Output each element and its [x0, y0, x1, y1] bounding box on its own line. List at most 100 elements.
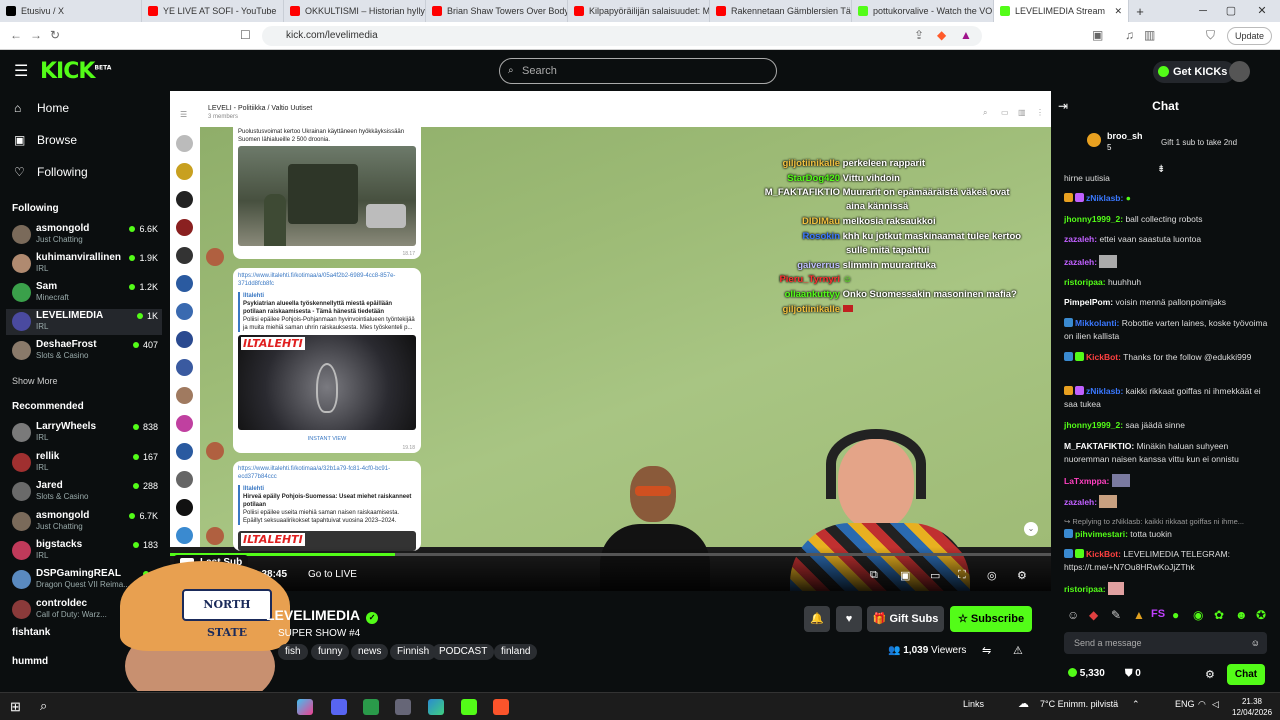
browser-tab[interactable]: OKKULTISMI – Historian hyllyt: [284, 0, 426, 22]
new-tab-button[interactable]: +: [1129, 4, 1151, 19]
go-to-live-button[interactable]: Go to LIVE: [308, 569, 357, 580]
get-kicks-button[interactable]: Get KICKs: [1153, 61, 1236, 83]
tag[interactable]: finland: [494, 644, 538, 660]
message-username[interactable]: zazaleh:: [1064, 497, 1097, 507]
emote-icon[interactable]: ✿: [1214, 608, 1224, 622]
chat-settings-icon[interactable]: ⚙: [1205, 668, 1215, 681]
instant-view-button[interactable]: INSTANT VIEW: [233, 436, 421, 442]
nav-home[interactable]: ⌂ Home: [14, 101, 69, 115]
following-channel-active[interactable]: LEVELIMEDIA IRL 1K: [6, 309, 162, 335]
message-username[interactable]: ristoripaa:: [1064, 277, 1106, 287]
nav-following[interactable]: ♡ Following: [14, 165, 88, 179]
brave-rewards-icon[interactable]: ▲: [960, 28, 972, 42]
message-username[interactable]: Mikkolanti:: [1075, 318, 1119, 328]
camera-icon[interactable]: ▣: [900, 569, 910, 582]
message-username[interactable]: LaTxmppa:: [1064, 476, 1109, 486]
sidebar-toggle-icon[interactable]: ▥: [1144, 28, 1155, 42]
windows-start-icon[interactable]: ⊞: [10, 699, 21, 715]
message-username[interactable]: KickBot:: [1086, 352, 1121, 362]
wallet-icon[interactable]: ⛉: [1206, 28, 1215, 43]
browser-tab[interactable]: Brian Shaw Towers Over Body: [426, 0, 568, 22]
emote-icon[interactable]: ◆: [1089, 608, 1098, 622]
tag[interactable]: fish: [278, 644, 308, 660]
language-indicator[interactable]: ENG: [1175, 699, 1195, 709]
recommended-channel[interactable]: LarryWheels IRL 838: [12, 420, 162, 446]
following-channel[interactable]: asmongold Just Chatting 6.6K: [12, 222, 162, 248]
app-icon[interactable]: [297, 699, 313, 715]
nav-browse[interactable]: ▣ Browse: [14, 133, 77, 147]
menu-icon[interactable]: ☰: [14, 61, 28, 81]
settings-icon[interactable]: ⚙: [1017, 569, 1027, 582]
pip-icon[interactable]: ◎: [987, 569, 997, 582]
message-username[interactable]: PimpelPom:: [1064, 297, 1113, 307]
send-chat-button[interactable]: Chat: [1227, 664, 1265, 685]
clip-icon[interactable]: ⧉: [870, 569, 878, 582]
browser-tab[interactable]: Kilpapyöräilijän salaisuudet: M: [568, 0, 710, 22]
extension-icon[interactable]: ▣: [1092, 28, 1103, 42]
clock[interactable]: 21.38 12/04/2026: [1232, 696, 1272, 718]
channel-points[interactable]: ⛊ 0: [1125, 668, 1141, 679]
tag[interactable]: funny: [311, 644, 350, 660]
steam-icon[interactable]: [395, 699, 411, 715]
message-username[interactable]: zNiklasb:: [1086, 386, 1123, 396]
tag[interactable]: news: [351, 644, 389, 660]
message-username[interactable]: jhonny1999_2:: [1064, 420, 1123, 430]
links-label[interactable]: Links: [963, 699, 984, 709]
recommended-channel[interactable]: Jared Slots & Casino 288: [12, 479, 162, 505]
browser-tab-active[interactable]: LEVELIMEDIA Stream ✕: [994, 0, 1129, 22]
browser-tab[interactable]: YE LIVE AT SOFI - YouTube: [142, 0, 284, 22]
emoji-picker-icon[interactable]: ☺: [1251, 632, 1260, 654]
notification-bell-button[interactable]: 🔔: [804, 606, 830, 632]
progress-bar[interactable]: [170, 553, 1051, 556]
message-username[interactable]: zazaleh:: [1064, 257, 1097, 267]
emote-icon[interactable]: ☻: [1235, 608, 1248, 622]
gift-subs-button[interactable]: 🎁 Gift Subs: [867, 606, 944, 632]
gift-cta[interactable]: Gift 1 sub to take 2nd: [1161, 138, 1237, 147]
message-username[interactable]: zNiklasb:: [1086, 193, 1123, 203]
browser-tab[interactable]: Etusivu / X: [0, 0, 142, 22]
tag[interactable]: Finnish: [390, 644, 437, 660]
theater-mode-icon[interactable]: ▭: [930, 569, 940, 582]
recommended-channel[interactable]: rellik IRL 167: [12, 450, 162, 476]
url-field[interactable]: kick.com/levelimedia: [262, 26, 982, 46]
discord-icon[interactable]: [331, 699, 347, 715]
kick-app-icon[interactable]: [461, 699, 477, 715]
brave-icon[interactable]: [493, 699, 509, 715]
edge-icon[interactable]: [428, 699, 444, 715]
share-icon[interactable]: ⇋: [982, 644, 991, 657]
kick-logo[interactable]: KICKBETA: [40, 59, 111, 84]
brave-shield-icon[interactable]: ◆: [937, 28, 946, 42]
message-username[interactable]: ristoripaa:: [1064, 584, 1106, 594]
browser-tab[interactable]: pottukorvalive - Watch the VOD: [852, 0, 994, 22]
report-icon[interactable]: ⚠: [1013, 644, 1023, 657]
message-username[interactable]: zazaleh:: [1064, 234, 1097, 244]
search-icon[interactable]: ⌕: [40, 698, 47, 714]
recommended-channel[interactable]: asmongold Just Chatting 6.7K: [12, 509, 162, 535]
emote-icon[interactable]: ☺: [1067, 608, 1079, 622]
message-username[interactable]: pihvimestari:: [1075, 529, 1128, 539]
scroll-down-icon[interactable]: ⌄: [1024, 522, 1038, 536]
follow-heart-button[interactable]: ♥: [836, 606, 862, 632]
tray-chevron-icon[interactable]: ⌃: [1132, 699, 1140, 710]
post-link[interactable]: https://www.iltalehti.fi/kotimaa/a/05a4f…: [238, 272, 416, 288]
share-icon[interactable]: ⇪: [914, 28, 924, 42]
show-more-link[interactable]: Show More: [12, 376, 58, 386]
chat-message-input[interactable]: Send a message ☺: [1064, 632, 1267, 654]
search-input[interactable]: ⌕ Search: [499, 58, 777, 84]
update-button[interactable]: Update: [1226, 27, 1272, 45]
close-tab-icon[interactable]: ✕: [1114, 6, 1122, 17]
emote-icon[interactable]: FS: [1151, 608, 1165, 620]
message-username[interactable]: M_FAKTAFIKTIO:: [1064, 441, 1134, 451]
volume-icon[interactable]: ◁: [1212, 699, 1219, 710]
close-window-button[interactable]: ✕: [1244, 0, 1280, 22]
reload-icon[interactable]: ↻: [50, 28, 60, 42]
kicks-balance[interactable]: 5,330: [1068, 668, 1105, 679]
following-channel[interactable]: kuhimanvirallinen IRL 1.9K: [12, 251, 162, 277]
music-icon[interactable]: ♫: [1125, 28, 1134, 42]
subscribe-button[interactable]: ☆ Subscribe: [950, 606, 1032, 632]
emote-icon[interactable]: ◉: [1193, 608, 1203, 622]
message-username[interactable]: jhonny1999_2:: [1064, 214, 1123, 224]
video-player[interactable]: LEVELI - Politiikka / Valtio Uutiset 3 m…: [170, 91, 1051, 591]
forward-icon[interactable]: →: [30, 28, 42, 42]
emote-icon[interactable]: ▲: [1133, 608, 1145, 622]
